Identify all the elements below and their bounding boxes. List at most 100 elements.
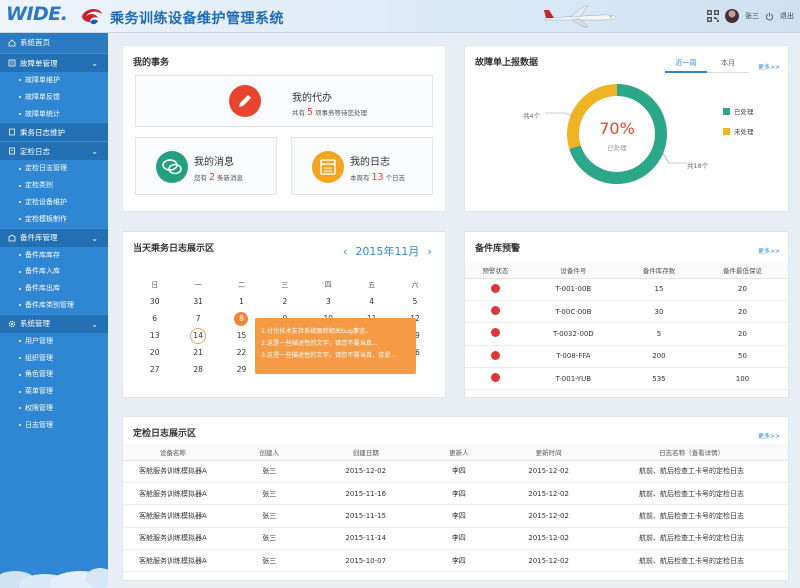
table-row[interactable]: 客舱服务训练模拟器A 张三 2015-10-07 李四 2015-12-02 航前、航后检… (123, 549, 788, 573)
bullet-icon (19, 304, 21, 307)
table-row[interactable]: 客舱服务训练模拟器A 张三 2015-11-16 李四 2015-12-02 航前、航后检… (123, 482, 788, 506)
sidebar-item-permissions[interactable]: 权限管理 (0, 400, 108, 417)
messages-summary: 您有 2 条新消息 (194, 172, 244, 183)
table-row[interactable]: 客舱服务训练模拟器A 张三 2015-11-14 李四 2015-12-02 航前、航后检… (123, 527, 788, 551)
user-avatar[interactable] (725, 9, 739, 23)
sidebar-item-spares-category[interactable]: 备件库类别管理 (0, 297, 108, 314)
sidebar-item-inspection-device[interactable]: 定检设备维护 (0, 194, 108, 211)
sidebar-item-inspection-category[interactable]: 定检类别 (0, 177, 108, 194)
sidebar-item-label: 定检模板制作 (25, 214, 67, 223)
calendar-day[interactable]: 3 (307, 297, 350, 306)
col-header: 日志名称（查看详情） (595, 444, 788, 461)
top-header: WIDE. 乘务训练设备维护管理系统 张三 退出 (0, 0, 800, 33)
sidebar-item-orgs[interactable]: 组织管理 (0, 350, 108, 367)
calendar-day[interactable]: 30 (133, 297, 176, 306)
table-row[interactable]: 客舱服务训练模拟器A 张三 2015-12-02 李四 2015-12-02 航前、航后检… (123, 460, 788, 483)
sidebar-item-fault-stats[interactable]: 故障单统计 (0, 106, 108, 123)
table-cell: T-001-YUB (525, 367, 621, 391)
table-row[interactable]: T-00C-00B 30 20 (465, 300, 788, 324)
sidebar-item-inspection-template[interactable]: 定检模板制作 (0, 211, 108, 228)
log-name-link[interactable]: 航前、航后检查工卡号的定检日志 (595, 527, 788, 551)
more-link[interactable]: 更多>> (758, 246, 780, 255)
calendar-day[interactable]: 7 (176, 314, 219, 323)
col-header: 创建人 (222, 444, 316, 461)
more-link[interactable]: 更多>> (758, 431, 780, 440)
calendar-day[interactable]: 6 (133, 314, 176, 323)
log-name-link[interactable]: 航前、航后检查工卡号的定检日志 (595, 549, 788, 573)
next-month-button[interactable]: › (427, 245, 431, 258)
prev-month-button[interactable]: ‹ (343, 245, 347, 258)
calendar-day[interactable]: 5 (393, 297, 436, 306)
calendar-day[interactable]: 31 (176, 297, 219, 306)
sidebar-item-label: 备件库库存 (25, 250, 60, 259)
calendar-day[interactable]: 13 (133, 331, 176, 340)
table-row[interactable]: T-0032-00D 5 20 (465, 322, 788, 346)
chevron-down-icon: ⌄ (91, 147, 98, 157)
table-row[interactable]: T-008-FFA 200 50 (465, 345, 788, 369)
qr-code-icon[interactable] (707, 10, 719, 22)
table-cell: 2015-11-14 (315, 527, 416, 551)
leader-line-left (545, 112, 578, 119)
calendar-day[interactable]: 1 (220, 297, 263, 306)
table-cell: 50 (696, 345, 788, 369)
calendar-day[interactable]: 14 (176, 327, 219, 344)
logout-link[interactable]: 退出 (780, 11, 794, 21)
legend-swatch (723, 107, 730, 115)
sidebar-item-home[interactable]: 系统首页 (0, 33, 108, 53)
sidebar-group-label: 定检日志 (20, 146, 50, 156)
sidebar-group-system[interactable]: 系统管理 ⌄ (0, 313, 108, 333)
leader-line-right (661, 150, 687, 164)
my-todo-card[interactable]: 我的代办 共有 5 项事务等待您处理 (135, 75, 433, 127)
sidebar-item-fault-feedback[interactable]: 故障单反馈 (0, 89, 108, 106)
table-cell: 2015-12-02 (502, 549, 596, 573)
tab-week[interactable]: 近一周 (665, 58, 707, 73)
sidebar-item-roles[interactable]: 角色管理 (0, 366, 108, 383)
bullet-icon (19, 201, 21, 204)
sidebar-item-fault-maintain[interactable]: 故障单维护 (0, 72, 108, 89)
table-row[interactable]: T-001-00B 15 20 (465, 278, 788, 301)
table-row[interactable]: T-001-YUB 535 100 (465, 367, 788, 391)
popup-line: 3.这是一些描述性的文字，请您不要当真，这是... (261, 352, 397, 359)
sidebar-group-inspection[interactable]: 定检日志 ⌄ (0, 141, 108, 161)
more-link[interactable]: 更多>> (758, 62, 780, 71)
log-name-link[interactable]: 航前、航后检查工卡号的定检日志 (595, 482, 788, 506)
calendar-day[interactable]: 4 (350, 297, 393, 306)
power-icon[interactable] (765, 11, 774, 21)
sidebar-item-users[interactable]: 用户管理 (0, 333, 108, 350)
table-row[interactable]: 客舱服务训练模拟器A 张三 2015-11-15 李四 2015-12-02 航前、航后检… (123, 504, 788, 528)
my-journal-card[interactable]: 我的日志 本周有 13 个日志 (291, 137, 433, 195)
sidebar-group-crew-log[interactable]: 乘务日志维护 (0, 122, 108, 142)
calendar-day[interactable]: 28 (176, 365, 219, 374)
sidebar-group-fault[interactable]: 故障单管理 ⌄ (0, 53, 108, 72)
log-name-link[interactable]: 航前、航后检查工卡号的定检日志 (595, 504, 788, 528)
sidebar-item-spares-stock[interactable]: 备件库库存 (0, 247, 108, 264)
sidebar-group-spares[interactable]: 备件库管理 ⌄ (0, 227, 108, 247)
sidebar-item-spares-in[interactable]: 备件库入库 (0, 263, 108, 280)
journal-summary: 本周有 13 个日志 (350, 172, 406, 183)
sidebar-item-label: 备件库出库 (25, 284, 60, 293)
col-header: 备件最低保证 (696, 262, 788, 279)
day-log-popup: 1.讨论技术支持系统跟踪相关bug事宜。 2.这是一些描述性的文字，请您不要当真… (255, 318, 416, 374)
tab-month[interactable]: 本月 (707, 58, 749, 73)
sidebar-item-spares-out[interactable]: 备件库出库 (0, 280, 108, 297)
calendar-day[interactable]: 27 (133, 365, 176, 374)
calendar-day[interactable]: 2 (263, 297, 306, 306)
col-header: 更新人 (415, 444, 503, 461)
pencil-icon (229, 85, 261, 117)
log-name-link[interactable]: 航前、航后检查工卡号的定检日志 (595, 460, 788, 483)
warning-status (465, 278, 526, 301)
col-header: 设备件号 (525, 262, 621, 279)
sidebar-item-menus[interactable]: 菜单管理 (0, 383, 108, 400)
sidebar-item-logs[interactable]: 日志管理 (0, 417, 108, 434)
my-messages-card[interactable]: 我的消息 您有 2 条新消息 (135, 137, 277, 195)
table-cell: 张三 (222, 527, 316, 551)
sidebar-item-label: 日志管理 (25, 420, 53, 429)
calendar-day[interactable]: 21 (176, 348, 219, 357)
sidebar-item-inspection-log[interactable]: 定检日志管理 (0, 160, 108, 177)
user-name[interactable]: 张三 (745, 11, 759, 21)
todo-title: 我的代办 (292, 93, 332, 104)
bullet-icon (19, 270, 21, 273)
period-tabs: 近一周 本月 (665, 58, 749, 73)
calendar-day[interactable]: 20 (133, 348, 176, 357)
bullet-icon (19, 424, 21, 427)
